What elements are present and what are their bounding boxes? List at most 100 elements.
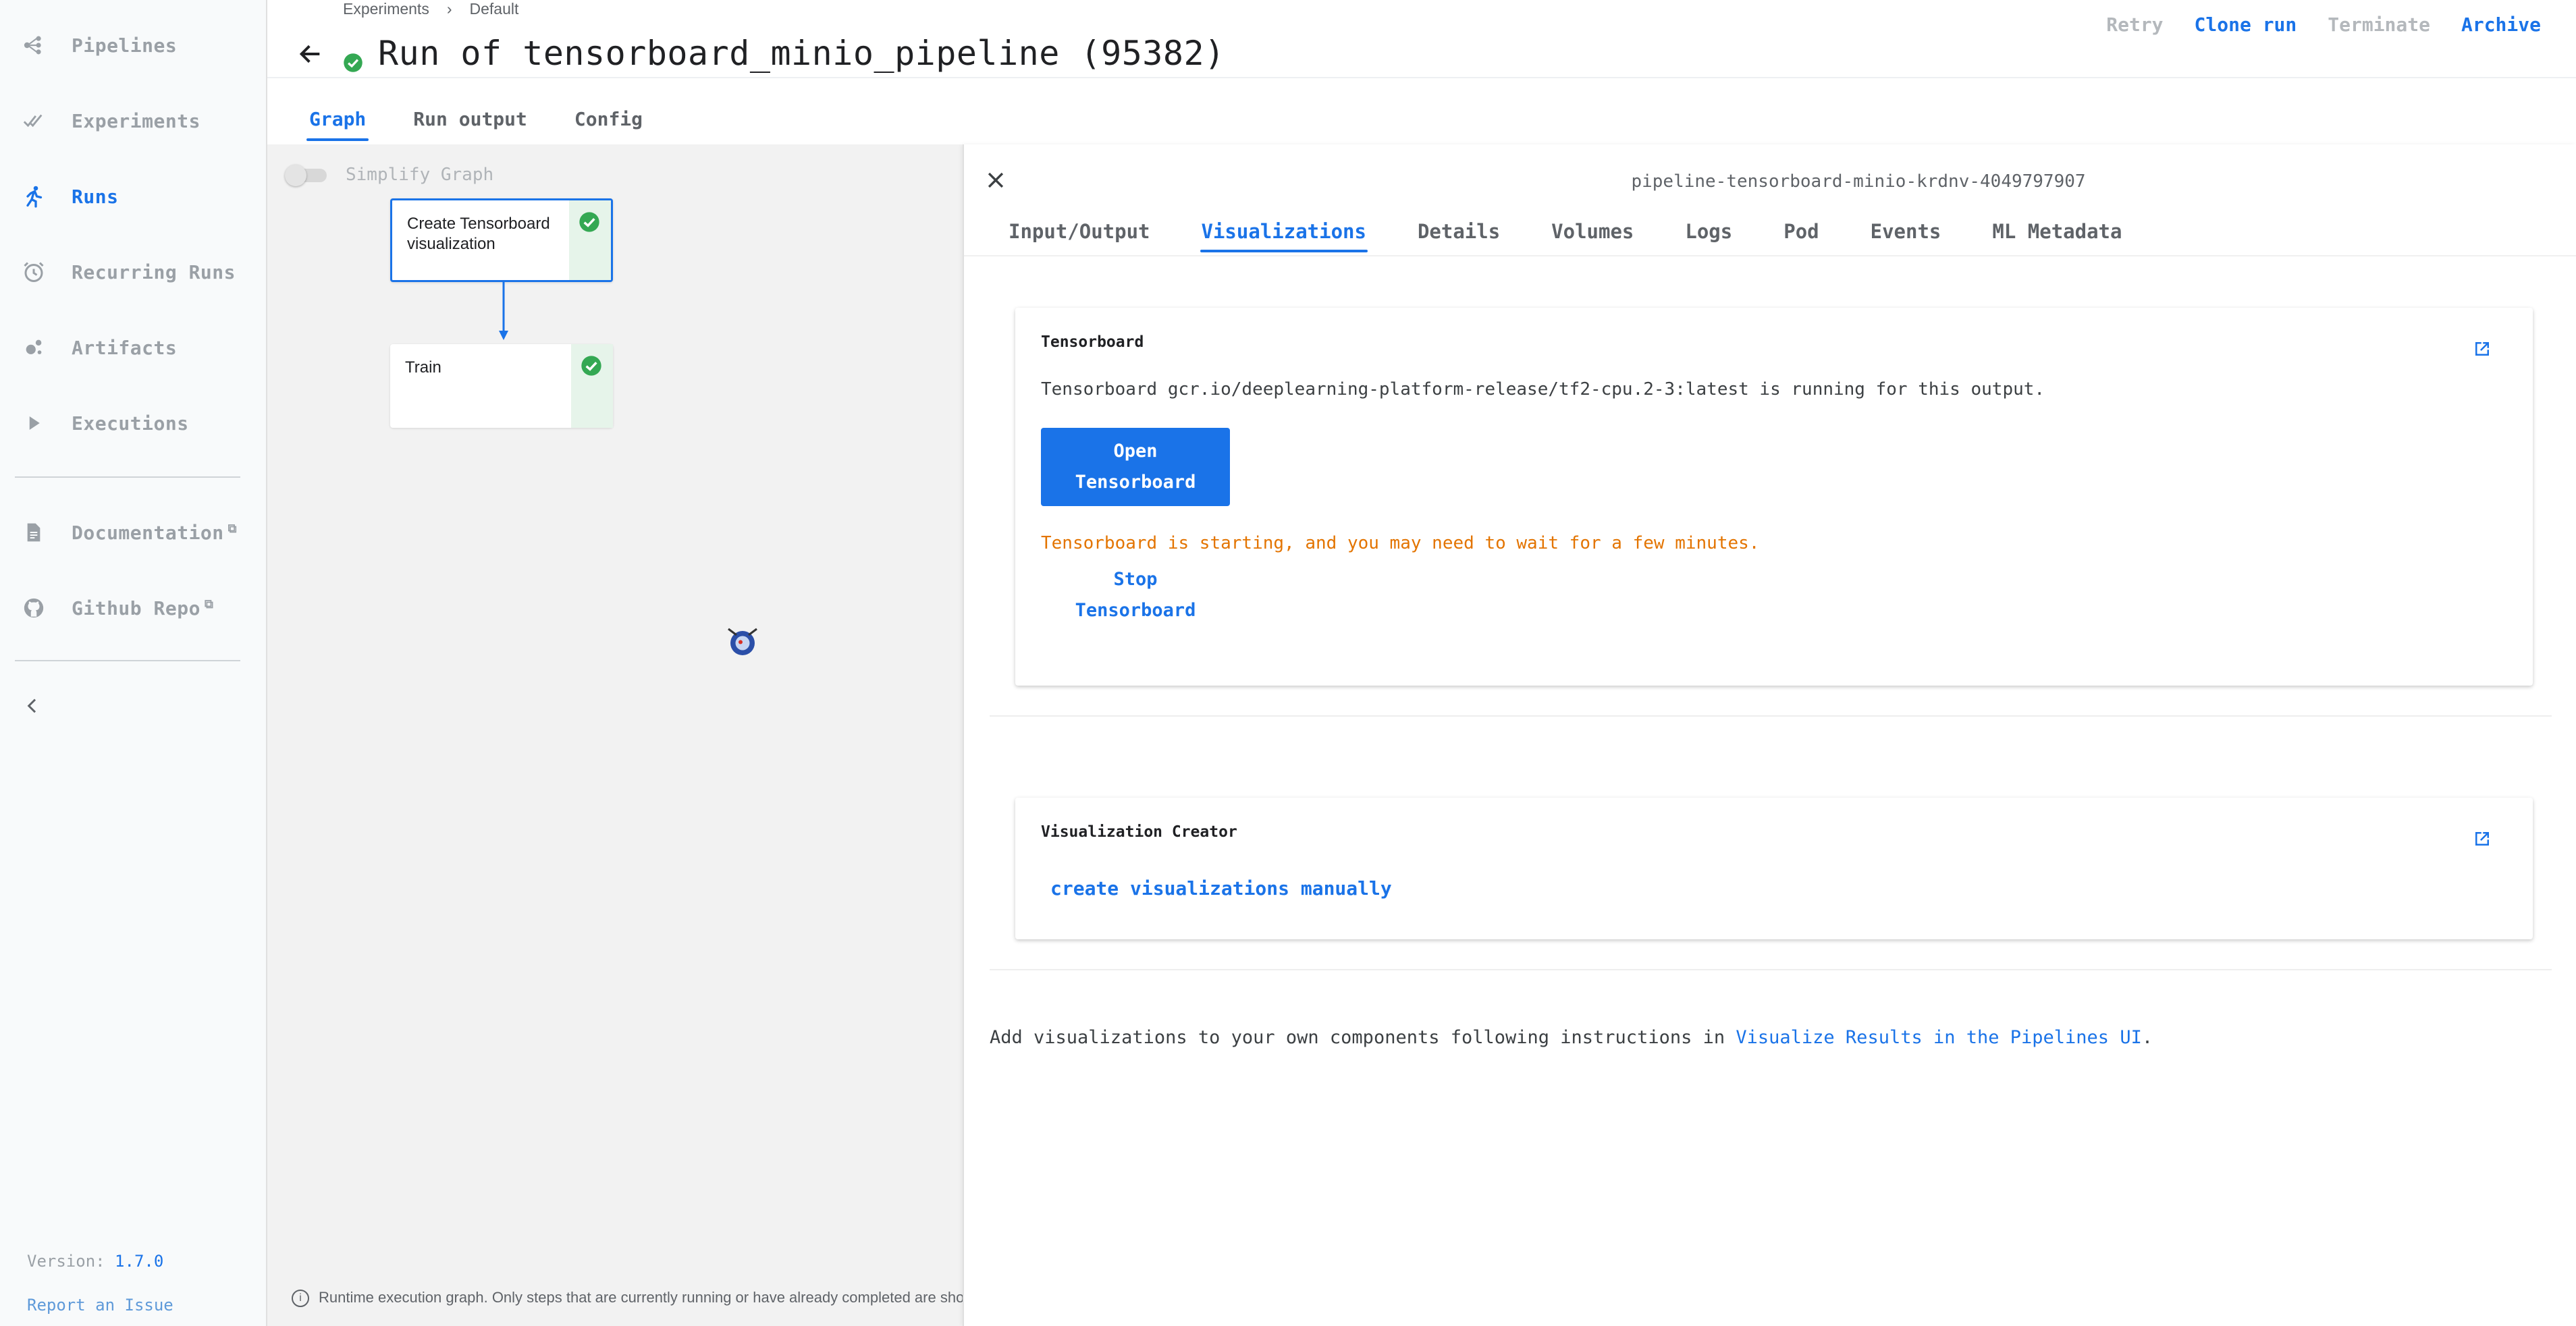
tensorboard-card: Tensorboard Tensorboard gcr.io/deeplearn… xyxy=(1015,308,2533,686)
sidebar-item-label: Pipelines xyxy=(72,34,178,57)
sidebar-item-artifacts[interactable]: Artifacts xyxy=(0,317,267,378)
tab-volumes[interactable]: Volumes xyxy=(1551,220,1634,252)
version-number[interactable]: 1.7.0 xyxy=(115,1252,163,1271)
sidebar-item-github-repo[interactable]: Github Repo ⧉ xyxy=(0,578,267,638)
header-divider xyxy=(267,77,2576,78)
terminate-button[interactable]: Terminate xyxy=(2328,13,2430,36)
panel-tabs-divider xyxy=(964,255,2576,256)
tab-visualizations[interactable]: Visualizations xyxy=(1200,220,1368,252)
recurring-runs-icon xyxy=(20,258,47,285)
external-link-icon: ⧉ xyxy=(227,521,238,536)
back-button[interactable] xyxy=(297,40,327,70)
sidebar-item-label: Executions xyxy=(72,412,189,435)
external-link-icon: ⧉ xyxy=(204,597,214,611)
help-text-end: . xyxy=(2141,1027,2153,1048)
mascot-icon xyxy=(728,628,757,655)
open-in-new-icon xyxy=(2475,342,2489,356)
card-title: Visualization Creator xyxy=(1041,823,1237,841)
section-divider xyxy=(990,969,2552,970)
info-icon: i xyxy=(292,1290,309,1308)
sidebar-divider xyxy=(15,476,240,478)
sidebar-item-label: Artifacts xyxy=(72,336,178,359)
graph-edge xyxy=(499,282,508,340)
documentation-icon xyxy=(20,519,47,546)
sidebar-item-label: Documentation xyxy=(72,521,224,544)
help-text: Add visualizations to your own component… xyxy=(990,1027,1736,1048)
visualization-help-text: Add visualizations to your own component… xyxy=(990,1027,2153,1048)
version-info: Version: 1.7.0 xyxy=(27,1252,163,1271)
run-tabs: Graph Run output Config xyxy=(306,108,643,141)
node-details-panel: pipeline-tensorboard-minio-krdnv-4049797… xyxy=(963,144,2576,1326)
popout-button[interactable] xyxy=(2472,339,2492,359)
clone-run-button[interactable]: Clone run xyxy=(2195,13,2297,36)
github-icon xyxy=(20,595,47,621)
archive-button[interactable]: Archive xyxy=(2461,13,2541,36)
tab-config[interactable]: Config xyxy=(574,108,643,141)
create-visualizations-link[interactable]: create visualizations manually xyxy=(1050,877,1392,900)
card-title: Tensorboard xyxy=(1041,333,1144,351)
sidebar-item-label: Runs xyxy=(72,185,119,208)
stop-tensorboard-button[interactable]: Stop Tensorboard xyxy=(1041,564,1230,626)
success-status-icon xyxy=(343,53,365,74)
node-label: Create Tensorboard visualization xyxy=(407,215,550,253)
button-label: Tensorboard xyxy=(1075,472,1196,493)
sidebar-item-label: Experiments xyxy=(72,109,200,132)
tab-details[interactable]: Details xyxy=(1418,220,1500,252)
breadcrumb-experiments[interactable]: Experiments xyxy=(343,0,429,18)
breadcrumb: Experiments › Default xyxy=(343,0,518,18)
sidebar: Pipelines Experiments Runs Recurring Run… xyxy=(0,0,267,1326)
chevron-left-icon xyxy=(27,698,36,713)
breadcrumb-default[interactable]: Default xyxy=(470,0,519,18)
sidebar-item-recurring-runs[interactable]: Recurring Runs xyxy=(0,242,267,302)
sidebar-item-experiments[interactable]: Experiments xyxy=(0,90,267,151)
node-label: Train xyxy=(405,358,441,377)
breadcrumb-separator: › xyxy=(446,0,452,18)
tab-ml-metadata[interactable]: ML Metadata xyxy=(1992,220,2122,252)
sidebar-item-documentation[interactable]: Documentation ⧉ xyxy=(0,502,267,563)
visualization-creator-card: Visualization Creator create visualizati… xyxy=(1015,798,2533,939)
version-label: Version: xyxy=(27,1252,105,1271)
tensorboard-description: Tensorboard gcr.io/deeplearning-platform… xyxy=(1041,379,2045,399)
sidebar-item-pipelines[interactable]: Pipelines xyxy=(0,15,267,76)
panel-title: pipeline-tensorboard-minio-krdnv-4049797… xyxy=(1631,171,2086,192)
runs-icon xyxy=(20,183,47,210)
collapse-sidebar-button[interactable] xyxy=(22,695,49,722)
sidebar-item-label: Recurring Runs xyxy=(72,260,236,283)
sidebar-item-label: Github Repo xyxy=(72,597,200,619)
success-check-icon xyxy=(581,356,601,376)
graph-node-create-tensorboard[interactable]: Create Tensorboard visualization xyxy=(390,198,613,282)
tab-graph[interactable]: Graph xyxy=(306,108,369,141)
visualize-results-link[interactable]: Visualize Results in the Pipelines UI xyxy=(1736,1027,2141,1048)
experiments-icon xyxy=(20,107,47,134)
sidebar-item-executions[interactable]: Executions xyxy=(0,393,267,453)
report-issue-link[interactable]: Report an Issue xyxy=(27,1296,173,1315)
graph-node-train[interactable]: Train xyxy=(390,344,613,428)
sidebar-item-runs[interactable]: Runs xyxy=(0,166,267,227)
tab-pod[interactable]: Pod xyxy=(1783,220,1819,252)
tensorboard-warning: Tensorboard is starting, and you may nee… xyxy=(1041,533,1760,553)
arrow-left-icon xyxy=(299,45,320,63)
tab-run-output[interactable]: Run output xyxy=(413,108,527,141)
tab-input-output[interactable]: Input/Output xyxy=(1009,220,1150,252)
graph-canvas[interactable]: Simplify Graph Create Tensorboard visual… xyxy=(267,144,963,1326)
retry-button[interactable]: Retry xyxy=(2106,13,2163,36)
graph-footnote: i Runtime execution graph. Only steps tha… xyxy=(292,1289,963,1308)
popout-button[interactable] xyxy=(2472,829,2492,849)
open-in-new-icon xyxy=(2475,832,2489,846)
tab-events[interactable]: Events xyxy=(1871,220,1941,252)
simplify-graph-toggle[interactable] xyxy=(285,165,328,186)
panel-tabs: Input/Output Visualizations Details Volu… xyxy=(1009,220,2122,252)
open-tensorboard-button[interactable]: Open Tensorboard xyxy=(1041,428,1230,506)
page-title: Run of tensorboard_minio_pipeline (95382… xyxy=(378,34,1225,73)
node-status xyxy=(571,344,613,428)
artifacts-icon xyxy=(20,334,47,361)
pipelines-icon xyxy=(20,32,47,59)
simplify-graph-label: Simplify Graph xyxy=(346,165,494,185)
button-label: Stop xyxy=(1113,569,1158,590)
button-label: Tensorboard xyxy=(1075,600,1196,621)
tab-logs[interactable]: Logs xyxy=(1685,220,1732,252)
section-divider xyxy=(990,715,2552,717)
button-label: Open xyxy=(1113,441,1158,462)
sidebar-divider xyxy=(15,660,240,661)
node-status xyxy=(569,200,611,280)
